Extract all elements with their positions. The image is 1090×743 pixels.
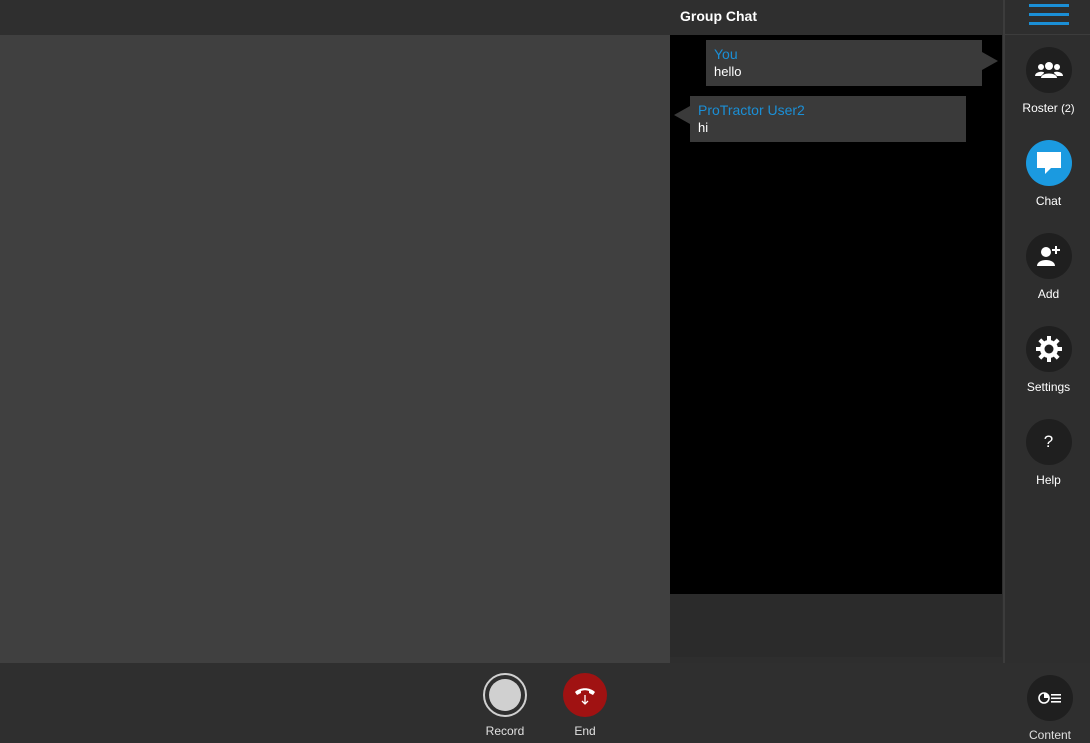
sidebar-divider [1005,34,1090,35]
sidebar-item-add[interactable]: Add [1005,233,1090,301]
sidebar-item-settings[interactable]: Settings [1005,326,1090,394]
sidebar-item-roster[interactable]: Roster (2) [1005,47,1090,115]
sidebar-item-chat[interactable]: Chat [1005,140,1090,208]
chat-panel-title: Group Chat [680,8,757,24]
end-label: End [574,724,596,738]
hang-up-icon [563,673,607,717]
sidebar: Roster (2) Chat Add Settings ? Help [1003,0,1090,663]
top-bar: Group Chat [0,0,1003,35]
end-call-button[interactable]: End [550,673,620,738]
sidebar-item-help[interactable]: ? Help [1005,419,1090,487]
chat-message-list: You hello ProTractor User2 hi [670,35,1002,594]
gear-icon [1025,326,1072,372]
video-area [0,35,670,663]
record-label: Record [485,724,525,738]
chat-bubble-icon [1025,140,1072,186]
sidebar-item-label: Settings [1026,380,1071,394]
record-icon [483,673,527,717]
roster-count-badge: (2) [1061,103,1075,115]
sidebar-item-label: Chat [1035,194,1062,208]
content-icon [1027,675,1073,721]
hamburger-menu-icon[interactable] [1029,4,1069,28]
sidebar-item-label: Help [1036,473,1061,487]
content-label: Content [1028,728,1072,742]
bottom-control-bar: Record End Content [0,663,1090,743]
sidebar-item-label: Add [1037,287,1060,301]
help-icon: ? [1025,419,1072,465]
add-user-icon [1025,233,1072,279]
message-text: hello [714,64,742,79]
record-button[interactable]: Record [470,673,540,738]
message-sender: You [714,46,738,62]
content-button[interactable]: Content [1015,675,1085,742]
group-icon [1025,47,1072,93]
message-text: hi [698,120,709,135]
sidebar-item-label: Roster [1022,101,1058,115]
chat-message: You hello [706,40,998,86]
message-sender: ProTractor User2 [698,102,805,118]
chat-message: ProTractor User2 hi [674,96,966,142]
chat-input-field[interactable] [670,594,1002,657]
